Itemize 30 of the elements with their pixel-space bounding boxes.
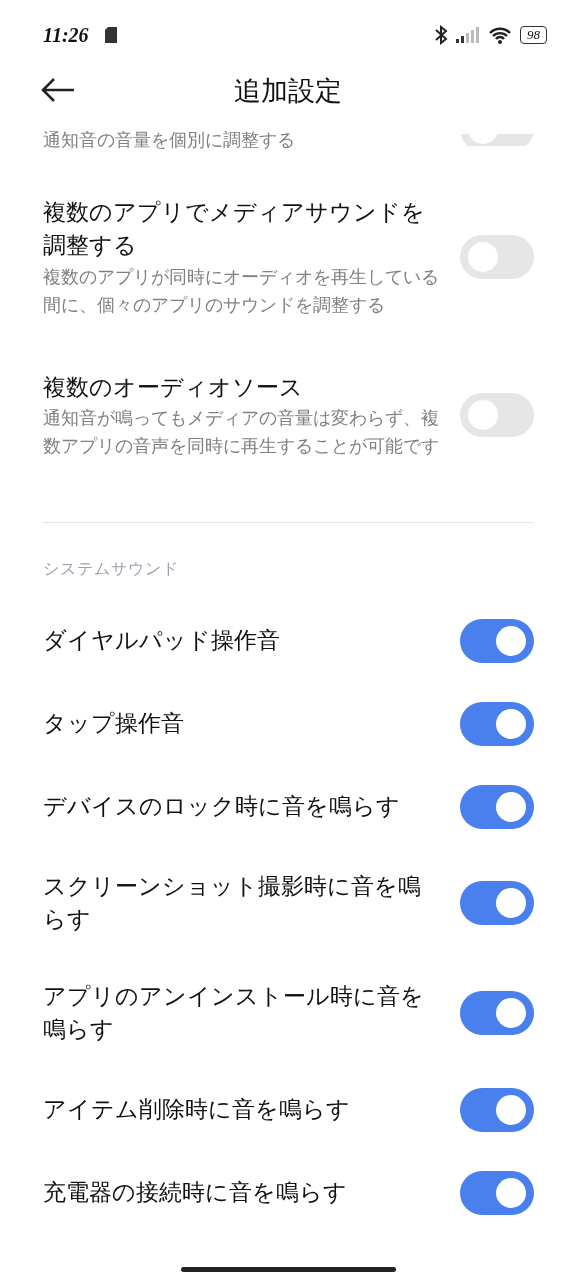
back-button[interactable] (40, 76, 76, 104)
bluetooth-icon (434, 25, 448, 45)
toggle-switch[interactable] (460, 1087, 534, 1132)
toggle-switch[interactable] (460, 701, 534, 746)
setting-title: 充電器の接続時に音を鳴らす (43, 1178, 348, 1207)
toggle-switch[interactable] (460, 991, 534, 1036)
battery-indicator: 98 (520, 26, 547, 44)
setting-title: 複数のオーディオソース (43, 373, 304, 402)
toggle-switch[interactable] (460, 393, 534, 438)
toggle-switch[interactable] (460, 881, 534, 926)
toggle-switch[interactable] (460, 618, 534, 663)
setting-description: 複数のアプリが同時にオーディオを再生している間に、個々のアプリのサウンドを調整する (43, 265, 440, 317)
wifi-icon (488, 26, 512, 44)
setting-title: アプリのアンインストール時に音を鳴らす (43, 982, 425, 1045)
setting-title: ダイヤルパッド操作音 (43, 626, 281, 655)
setting-description: 通知音の音量を個別に調整する (43, 129, 296, 152)
toggle-switch[interactable] (460, 784, 534, 829)
setting-title: アイテム削除時に音を鳴らす (43, 1095, 351, 1124)
sim-card-icon (104, 27, 117, 43)
status-time: 11:26 (43, 23, 89, 48)
toggle-switch[interactable] (460, 1170, 534, 1215)
page-title: 追加設定 (233, 73, 342, 108)
toggle-switch[interactable] (460, 235, 534, 280)
setting-title: タップ操作音 (43, 709, 185, 738)
setting-title: デバイスのロック時に音を鳴らす (43, 792, 401, 821)
setting-description: 通知音が鳴ってもメディアの音量は変わらず、複数アプリの音声を同時に再生することが可能です (43, 407, 440, 459)
setting-title: スクリーンショット撮影時に音を鳴らす (43, 872, 422, 935)
section-heading: システムサウンド (43, 559, 180, 580)
signal-icon (456, 27, 480, 43)
setting-title: 複数のアプリでメディアサウンドを調整する (43, 199, 426, 261)
